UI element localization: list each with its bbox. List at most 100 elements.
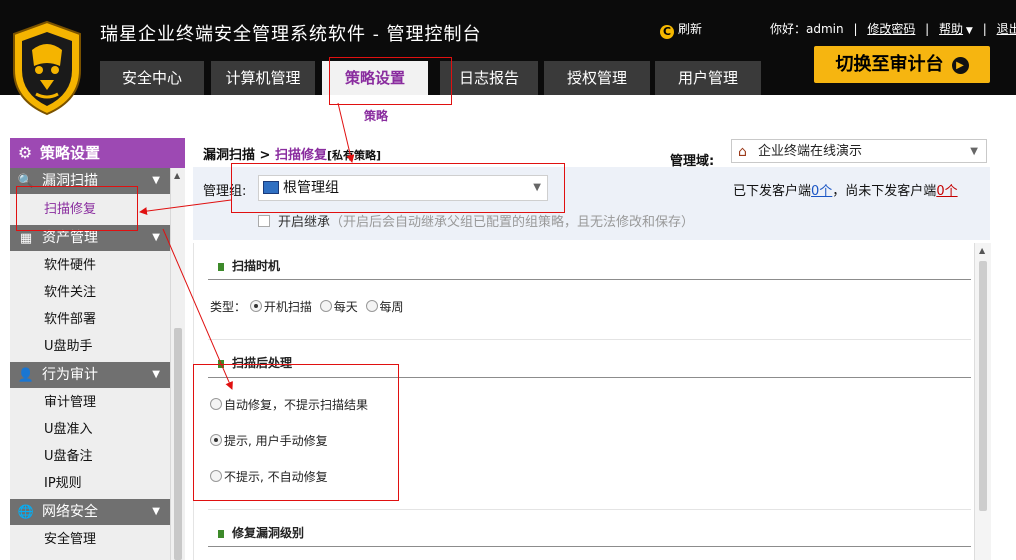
tab-computer-management[interactable]: 计算机管理	[211, 61, 315, 95]
section-title-post-scan: 扫描后处理	[218, 354, 292, 371]
post-scan-option-prompt-manual[interactable]: 提示, 用户手动修复	[210, 432, 328, 449]
separator: |	[925, 22, 930, 36]
sidebar-item-scan-repair[interactable]: 扫描修复	[10, 196, 170, 223]
radio-button[interactable]	[249, 300, 262, 312]
group-value: 根管理组	[283, 180, 339, 196]
breadcrumb-current: 扫描修复	[274, 148, 327, 163]
post-scan-option-auto-repair[interactable]: 自动修复，不提示扫描结果	[210, 396, 368, 413]
chevron-down-icon: ▼	[152, 369, 160, 380]
rising-lion-logo	[13, 20, 81, 116]
sidebar-item-usb-notes[interactable]: U盘备注	[10, 443, 170, 470]
refresh-icon: C	[660, 25, 674, 39]
logout-link[interactable]: 退出	[997, 22, 1016, 36]
domain-select[interactable]: ⌂ 企业终端在线演示 ▼	[731, 139, 987, 163]
separator: |	[982, 22, 987, 36]
scrollbar-thumb[interactable]	[979, 261, 987, 511]
refresh-button[interactable]: C 刷新	[660, 20, 702, 39]
option-label: 自动修复，不提示扫描结果	[224, 398, 369, 412]
inherit-checkbox[interactable]	[258, 215, 270, 227]
sidebar-item-software-hardware[interactable]: 软件硬件	[10, 252, 170, 279]
group-label: 网络安全	[42, 504, 98, 520]
change-password-link[interactable]: 修改密码	[867, 22, 915, 36]
user-bar: 你好：admin | 修改密码 | 帮助 ▼ | 退出	[770, 20, 1016, 37]
breadcrumb-parent[interactable]: 漏洞扫描	[203, 148, 255, 163]
refresh-label: 刷新	[678, 22, 703, 36]
sidebar-item-audit-management[interactable]: 审计管理	[10, 389, 170, 416]
group-label: 资产管理	[42, 230, 98, 246]
section-title-label: 扫描后处理	[232, 356, 293, 370]
tab-license-management[interactable]: 授权管理	[544, 61, 650, 95]
tab-policy-settings[interactable]: 策略设置	[322, 61, 428, 95]
option-label: 不提示, 不自动修复	[224, 470, 328, 484]
sidebar-title-label: 策略设置	[40, 144, 101, 162]
tab-log-report[interactable]: 日志报告	[440, 61, 538, 95]
sidebar-item-ip-rules[interactable]: IP规则	[10, 470, 170, 497]
section-title-repair-level: 修复漏洞级别	[218, 524, 304, 541]
switch-button-label: 切换至审计台	[835, 54, 944, 75]
group-select[interactable]: 根管理组 ▼	[258, 175, 548, 201]
greeting-prefix: 你好：	[770, 22, 807, 36]
sidebar-item-software-deploy[interactable]: 软件部署	[10, 306, 170, 333]
computer-icon	[263, 181, 279, 194]
scan-type-row: 类型： 开机扫描 每天 每周	[210, 298, 408, 315]
search-icon: 🔍	[17, 174, 35, 189]
top-header: 瑞星企业终端安全管理系统软件 - 管理控制台 C 刷新 你好：admin | 修改…	[0, 0, 1016, 95]
domain-value: 企业终端在线演示	[758, 144, 863, 159]
lock-icon	[218, 263, 224, 271]
sidebar-group-behavior-audit[interactable]: 👤 行为审计 ▼	[10, 362, 170, 388]
sidebar-item-usb-access[interactable]: U盘准入	[10, 416, 170, 443]
issued-count-link[interactable]: 0个	[811, 184, 832, 199]
play-icon: ▶	[951, 57, 969, 74]
client-status: 已下发客户端0个，尚未下发客户端0个	[733, 180, 958, 199]
sidebar-group-vuln-scan[interactable]: 🔍 漏洞扫描 ▼	[10, 168, 170, 194]
app-title: 瑞星企业终端安全管理系统软件 - 管理控制台	[100, 24, 482, 45]
globe-icon: 🌐	[17, 505, 35, 520]
divider	[208, 339, 971, 340]
sidebar-scrollbar[interactable]: ▲	[170, 168, 185, 560]
section-title-label: 扫描时机	[232, 259, 281, 273]
chevron-down-icon[interactable]: ▼	[963, 26, 973, 36]
chevron-down-icon[interactable]: ▼	[533, 176, 541, 200]
tab-security-center[interactable]: 安全中心	[100, 61, 204, 95]
sidebar-group-asset-management[interactable]: ▦ 资产管理 ▼	[10, 225, 170, 251]
group-label: 漏洞扫描	[42, 173, 98, 189]
option-label: 每周	[379, 300, 404, 314]
section-title-label: 修复漏洞级别	[232, 526, 305, 540]
inherit-label: 开启继承	[278, 215, 331, 230]
chevron-down-icon[interactable]: ▼	[970, 140, 978, 164]
scan-type-option-boot[interactable]: 开机扫描	[249, 300, 312, 314]
radio-button[interactable]	[210, 434, 222, 446]
post-scan-option-silent[interactable]: 不提示, 不自动修复	[210, 468, 328, 485]
switch-to-audit-button[interactable]: 切换至审计台 ▶	[814, 46, 990, 83]
breadcrumb-separator: >	[259, 148, 271, 163]
tab-user-management[interactable]: 用户管理	[655, 61, 761, 95]
sidebar-item-usb-helper[interactable]: U盘助手	[10, 333, 170, 360]
content-scrollbar[interactable]: ▲	[974, 243, 991, 560]
radio-button[interactable]	[365, 300, 378, 312]
divider	[208, 509, 971, 510]
help-link[interactable]: 帮助	[939, 22, 963, 36]
issued-prefix: 已下发客户端	[733, 184, 812, 199]
divider	[208, 546, 971, 547]
divider	[208, 279, 971, 280]
policy-type-tag: [私有策略]	[327, 149, 382, 162]
chevron-down-icon: ▼	[152, 506, 160, 517]
sidebar-item-software-focus[interactable]: 软件关注	[10, 279, 170, 306]
sidebar-item-security-management[interactable]: 安全管理	[10, 526, 170, 553]
scroll-up-icon[interactable]: ▲	[174, 171, 180, 180]
sidebar-group-network-security[interactable]: 🌐 网络安全 ▼	[10, 499, 170, 525]
scan-type-option-daily[interactable]: 每天	[319, 300, 358, 314]
user-icon: 👤	[17, 368, 35, 383]
option-label: 开机扫描	[263, 300, 312, 314]
radio-button[interactable]	[210, 398, 222, 410]
chevron-down-icon: ▼	[152, 175, 160, 186]
separator: |	[853, 22, 858, 36]
scan-type-option-weekly[interactable]: 每周	[365, 300, 404, 314]
scrollbar-thumb[interactable]	[174, 328, 182, 560]
sidebar-title: ⚙ 策略设置	[10, 138, 185, 168]
scroll-up-icon[interactable]: ▲	[979, 246, 985, 255]
radio-button[interactable]	[210, 470, 222, 482]
sidebar: ⚙ 策略设置 🔍 漏洞扫描 ▼ 扫描修复 ▦ 资产管理 ▼ 软件硬件 软件关注 软件部署 …	[10, 138, 185, 560]
not-issued-count-link[interactable]: 0个	[936, 184, 957, 199]
radio-button[interactable]	[319, 300, 332, 312]
